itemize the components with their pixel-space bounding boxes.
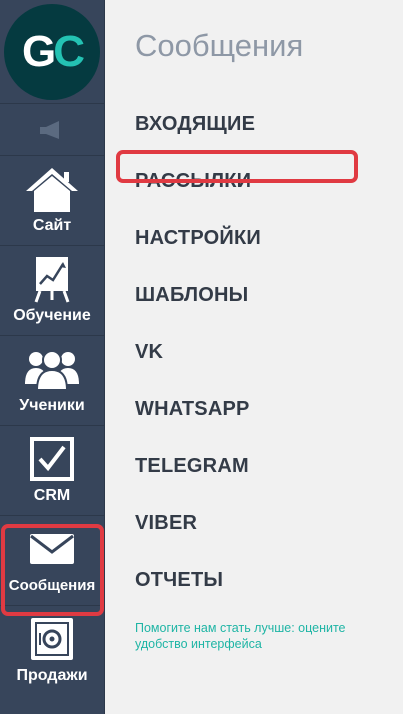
- logo-letter-g: G: [21, 26, 56, 76]
- sidebar-item-learning[interactable]: Обучение: [0, 246, 104, 336]
- sidebar-item-label: Продажи: [16, 667, 88, 684]
- menu-item-vk[interactable]: VK: [135, 332, 261, 389]
- page-title: Сообщения: [135, 28, 304, 63]
- sidebar-item-students[interactable]: Ученики: [0, 336, 104, 426]
- menu-item-settings[interactable]: НАСТРОЙКИ: [135, 218, 261, 275]
- presentation-chart-icon: [34, 257, 70, 303]
- users-icon: [25, 350, 79, 391]
- menu-item-telegram[interactable]: TELEGRAM: [135, 446, 261, 503]
- app-root: GC Сайт Обучение Ученики CRM Сообщения П…: [0, 0, 403, 714]
- menu-item-whatsapp[interactable]: WHATSAPP: [135, 389, 261, 446]
- messages-panel: Сообщения ВХОДЯЩИЕ РАССЫЛКИ НАСТРОЙКИ ША…: [105, 0, 403, 714]
- sidebar-item-crm[interactable]: CRM: [0, 426, 104, 516]
- sidebar-item-site[interactable]: Сайт: [0, 156, 104, 246]
- sidebar-item-label: Ученики: [19, 397, 85, 414]
- checkbox-icon: [30, 437, 74, 481]
- menu-item-inbox[interactable]: ВХОДЯЩИЕ: [135, 104, 261, 161]
- safe-icon: [31, 618, 73, 660]
- menu-item-reports[interactable]: ОТЧЕТЫ: [135, 560, 261, 617]
- sidebar: GC Сайт Обучение Ученики CRM Сообщения П…: [0, 0, 105, 714]
- feedback-link[interactable]: Помогите нам стать лучше: оцените удобст…: [135, 620, 395, 652]
- sidebar-item-label: Сообщения: [8, 577, 96, 594]
- sidebar-item-label: Сайт: [32, 217, 72, 234]
- sidebar-item-sales[interactable]: Продажи: [0, 606, 104, 696]
- announcements-button[interactable]: [0, 104, 104, 156]
- sidebar-item-messages[interactable]: Сообщения: [0, 516, 104, 606]
- messages-menu: ВХОДЯЩИЕ РАССЫЛКИ НАСТРОЙКИ ШАБЛОНЫ VK W…: [135, 104, 261, 617]
- sidebar-item-label: CRM: [33, 487, 71, 504]
- logo-wrap: GC: [0, 0, 104, 104]
- megaphone-icon: [40, 120, 59, 139]
- logo[interactable]: GC: [4, 3, 100, 100]
- menu-item-templates[interactable]: ШАБЛОНЫ: [135, 275, 261, 332]
- sidebar-item-label: Обучение: [13, 307, 91, 324]
- home-icon: [26, 168, 78, 212]
- envelope-icon: [30, 534, 74, 564]
- menu-item-mailings[interactable]: РАССЫЛКИ: [135, 161, 261, 218]
- logo-letter-c: C: [53, 26, 85, 76]
- menu-item-viber[interactable]: VIBER: [135, 503, 261, 560]
